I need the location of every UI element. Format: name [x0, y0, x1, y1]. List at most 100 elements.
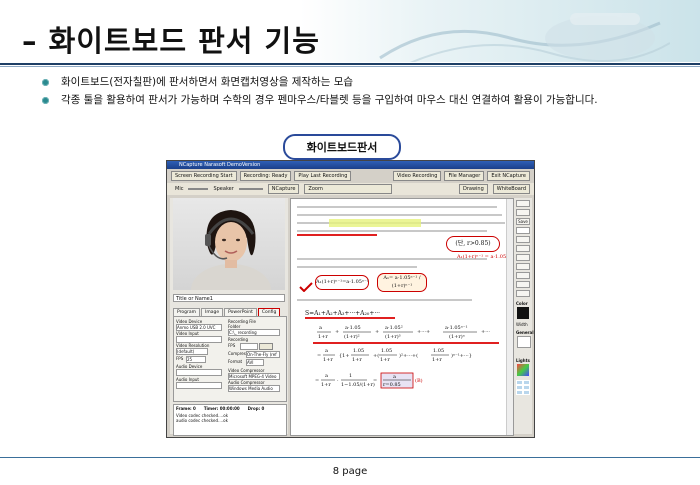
bullet-text: 각종 툴을 활용하여 판서가 가능하며 수학의 경우 펜마우스/타블렛 등을 구… — [61, 94, 598, 106]
svg-text:1+r: 1+r — [352, 357, 362, 363]
tool-button[interactable] — [516, 209, 530, 216]
speaker-slider[interactable] — [238, 188, 263, 190]
fps2-select[interactable] — [240, 343, 258, 350]
size-swatch[interactable] — [523, 390, 530, 395]
svg-text:a: a — [325, 373, 328, 379]
svg-text:=: = — [315, 378, 319, 384]
drop-counter: Drop: 0 — [247, 406, 265, 411]
shape-tool-button[interactable] — [516, 245, 530, 252]
video-compressor-select[interactable]: Microsoft MPEG-4 Video — [228, 373, 280, 380]
frame-counter: Frame: 0 — [176, 406, 196, 411]
svg-text:(1+r)ⁿ: (1+r)ⁿ — [449, 333, 465, 340]
sum-expression: S=A₁+A₂+A₃+···+A₂₀+··· — [305, 310, 381, 317]
title-name-input[interactable]: Title or Name1 — [173, 294, 285, 302]
whiteboard-document: (단, r>0.85) A₁(1+r)ⁿ⁻¹ = a·1.05ⁿ⁻¹ A₁(1+… — [290, 198, 514, 436]
file-manager-button[interactable]: File Manager — [444, 171, 485, 181]
presenter-image — [191, 210, 271, 290]
palette-color-label: Color — [516, 301, 528, 306]
svg-text:1−1.05/(1+r): 1−1.05/(1+r) — [341, 381, 375, 388]
check-mark-icon — [299, 277, 313, 293]
drawing-button[interactable]: Drawing — [458, 184, 488, 194]
factored-series: = a 1+r {1+ 1.05 1+r +( 1.05 1+r )²+···+( 1… — [317, 345, 507, 367]
zoom-button[interactable]: Zoom — [304, 184, 393, 194]
color-picker-swatch[interactable] — [517, 364, 529, 376]
ratio-denominator: r=0.85 — [383, 382, 401, 388]
folder-input[interactable]: C:\_ recording — [228, 329, 280, 336]
audio-compressor-select[interactable]: Windows Media Audio — [228, 385, 280, 392]
mic-slider[interactable] — [188, 188, 209, 190]
compressor-select[interactable]: On-The-Fly (ref — [246, 351, 280, 358]
line-tool-button[interactable] — [516, 236, 530, 243]
document-scrollbar[interactable] — [506, 199, 513, 435]
svg-text:)²+···+(: )²+···+( — [399, 352, 418, 359]
video-resolution-select[interactable]: (default) — [176, 348, 208, 355]
recording-label: Recording — [243, 173, 269, 179]
tool-palette: Save Color Width General Lights — [514, 198, 534, 434]
size-swatches — [516, 380, 530, 400]
svg-text:)ⁿ⁻¹+···}: )ⁿ⁻¹+···} — [451, 352, 472, 359]
red-underline — [297, 234, 377, 236]
audio-toolbar: Mic Speaker NCapture Zoom Drawing WhiteB… — [167, 183, 534, 195]
format-select[interactable]: AVI — [246, 359, 264, 366]
palette-lights-label: Lights — [516, 358, 530, 363]
svg-text:=: = — [317, 353, 321, 359]
tool-button[interactable] — [516, 200, 530, 207]
svg-text:+(: +( — [373, 352, 379, 359]
save-button[interactable]: Save — [516, 218, 530, 225]
video-recording-button[interactable]: Video Recording — [392, 171, 442, 181]
audio-input-select[interactable] — [176, 382, 222, 389]
svg-text:1.05: 1.05 — [433, 348, 444, 354]
svg-text:a·1.05: a·1.05 — [345, 325, 361, 331]
svg-text:(1+r)³: (1+r)³ — [385, 333, 401, 340]
result-expression: = a 1+r · 1 1−1.05/(1+r) = a (B) r=0.85 — [315, 371, 513, 391]
format-label: Format — [228, 359, 243, 364]
series-line: a 1+r + a·1.05 (1+r)² + a·1.05² (1+r)³ +···… — [317, 323, 497, 341]
bullet-text: 화이트보드(전자칠판)에 판서하면서 화면캡처영상을 제작하는 모습 — [61, 76, 354, 88]
svg-text:·: · — [337, 378, 339, 384]
current-color-swatch[interactable] — [517, 307, 529, 319]
rect-tool-button[interactable] — [516, 281, 530, 288]
svg-text:+: + — [375, 329, 379, 335]
video-input-select[interactable] — [176, 336, 222, 343]
term-one-box: A₁(1+r)ⁿ⁻¹=a·1.05ⁿ⁻¹ — [315, 275, 369, 290]
pen-tool-button[interactable] — [516, 227, 530, 243]
whiteboard-button[interactable]: WhiteBoard — [492, 184, 530, 194]
svg-text:1.05: 1.05 — [353, 348, 364, 354]
arrow-tool-button[interactable] — [516, 272, 530, 279]
svg-text:1+r: 1+r — [323, 357, 333, 363]
exit-button[interactable]: Exit NCapture — [487, 171, 530, 181]
eraser-tool-button[interactable] — [516, 263, 530, 270]
text-tool-button[interactable] — [516, 254, 530, 261]
fps-select[interactable]: 25 — [186, 356, 206, 363]
palette-general-label: General — [516, 330, 534, 335]
svg-text:1+r: 1+r — [318, 334, 328, 340]
general-preview — [517, 336, 531, 348]
screen-recording-start-button[interactable]: Screen Recording Start — [171, 171, 237, 181]
handwritten-note: A₁(1+r)ⁿ⁻¹ = a·1.05ⁿ⁻¹ — [457, 254, 513, 260]
circle-tool-button[interactable] — [516, 290, 530, 297]
fps-label: FPS — [176, 356, 184, 361]
bullet-icon — [42, 78, 49, 86]
guide-button[interactable] — [259, 343, 273, 350]
ncapture-select[interactable]: NCapture — [267, 184, 300, 194]
size-swatch[interactable] — [516, 390, 523, 395]
highlight-mark — [329, 219, 421, 227]
red-underline — [313, 342, 499, 344]
status-log: Frame: 0 Timer: 00:00:00 Drop: 0 Video c… — [173, 404, 287, 436]
bullet-item: 각종 툴을 활용하여 판서가 가능하며 수학의 경우 펜마우스/타블렛 등을 구… — [42, 91, 598, 109]
config-panel: Video Device Anmo USB 2.0 UVC Video Inpu… — [173, 316, 287, 402]
page-number: 8 page — [332, 466, 368, 477]
audio-device-select[interactable] — [176, 369, 222, 376]
play-last-recording-button[interactable]: Play Last Recording — [294, 171, 352, 181]
bullet-list: 화이트보드(전자칠판)에 판서하면서 화면캡처영상을 제작하는 모습 각종 툴을… — [42, 73, 598, 109]
recording-section-label: Recording — [228, 337, 249, 342]
svg-text:1: 1 — [349, 373, 352, 379]
svg-text:+: + — [335, 329, 339, 335]
left-panel: Title or Name1 Program Image PowerPoint … — [170, 198, 288, 436]
text-line — [297, 266, 417, 268]
speaker-label: Speaker — [213, 186, 234, 192]
svg-text:1+r: 1+r — [432, 357, 442, 363]
ncapture-screenshot: NCapture Narasoft DemoVersion Screen Rec… — [166, 160, 535, 438]
video-device-select[interactable]: Anmo USB 2.0 UVC — [176, 324, 222, 331]
svg-text:a: a — [393, 374, 396, 380]
